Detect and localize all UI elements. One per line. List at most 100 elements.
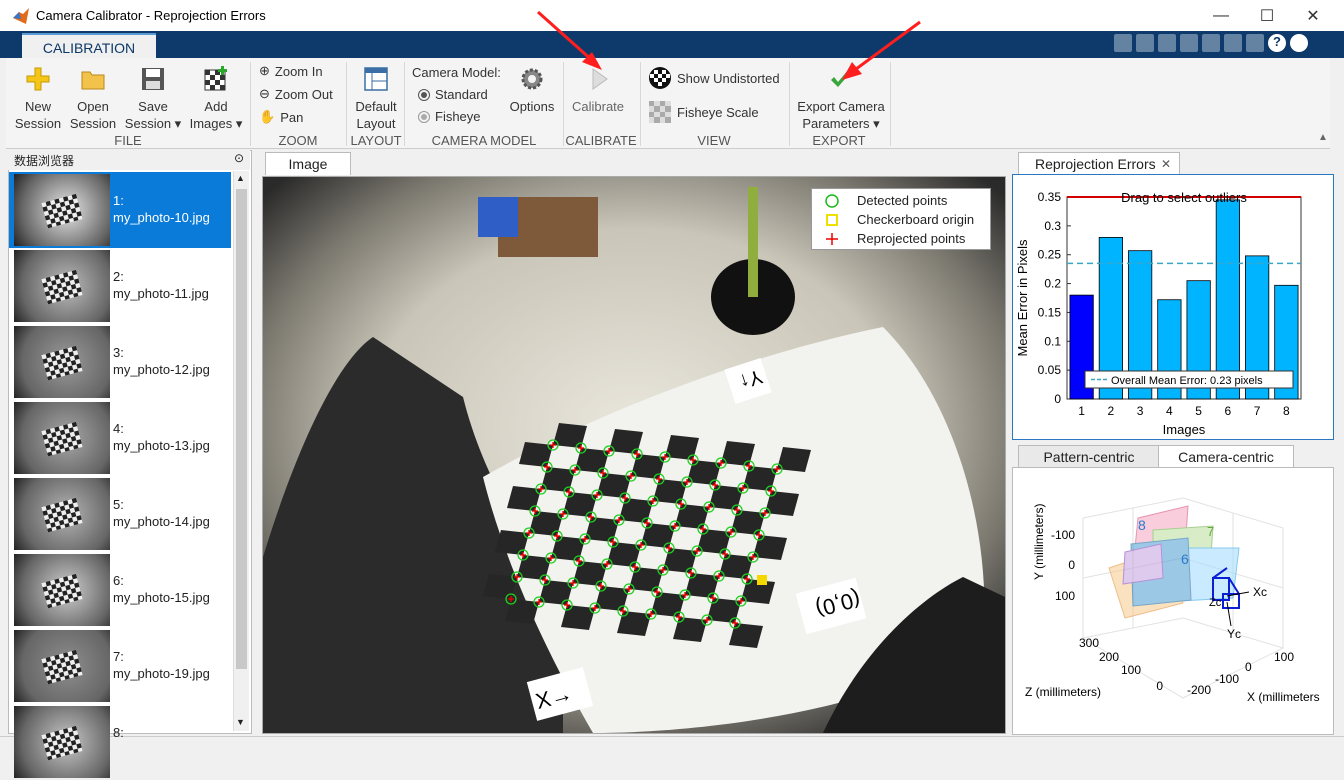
default-layout-button[interactable]: Default Layout [350, 66, 402, 132]
origin-marker-icon [826, 214, 838, 226]
copy-icon[interactable] [1158, 34, 1176, 52]
plane-index-label: 8 [1138, 517, 1146, 533]
close-button[interactable]: ✕ [1290, 0, 1336, 31]
radio-fisheye[interactable]: Fisheye [418, 109, 481, 124]
tab-camera-centric[interactable]: Camera-centric [1158, 445, 1294, 468]
checkerboard-round-icon [649, 67, 671, 89]
chart-bar [1215, 199, 1240, 400]
close-tab-icon[interactable]: ✕ [1161, 157, 1171, 171]
x-tick-label: 2 [1108, 404, 1115, 418]
calibration-photo: Y↑ (0,0) X→ [263, 177, 1005, 733]
list-item-filename: my_photo-19.jpg [113, 666, 210, 681]
collapse-ribbon-icon[interactable]: ▲ [1318, 132, 1328, 143]
group-label-file: FILE [114, 133, 142, 148]
list-item-index: 2: [113, 269, 124, 284]
extrinsics-3d-plot[interactable]: 8 7 6 Xc Yc Zc Y (millimeters) -100 0 10… [1013, 468, 1333, 734]
y-tick-label: 0.3 [1044, 219, 1061, 233]
list-item[interactable]: 1: my_photo-10.jpg [9, 172, 231, 248]
list-item[interactable]: 4: my_photo-13.jpg [9, 400, 231, 476]
zoom-out-button[interactable]: ⊖ Zoom Out [259, 86, 333, 102]
image-thumbnail [14, 174, 110, 246]
x-tick-label: 7 [1254, 404, 1261, 418]
list-item-index: 4: [113, 421, 124, 436]
scroll-down-icon[interactable]: ▼ [236, 717, 245, 727]
camera-model-label: Camera Model: [412, 65, 501, 80]
add-images-icon [204, 66, 227, 91]
y-tick-label: 0.15 [1038, 305, 1062, 319]
fisheye-scale-button[interactable]: Fisheye Scale [648, 100, 759, 124]
pan-button[interactable]: ✋ Pan [259, 109, 303, 125]
matlab-logo-icon [13, 8, 29, 24]
tab-calibration[interactable]: CALIBRATION [22, 33, 156, 60]
y-tick-label: 0.2 [1044, 277, 1061, 291]
x-tick-label: 3 [1137, 404, 1144, 418]
list-item-index: 1: [113, 193, 124, 208]
layout-icon [364, 67, 388, 91]
extrinsics-panel: 8 7 6 Xc Yc Zc Y (millimeters) -100 0 10… [1012, 467, 1334, 735]
plane-index-label: 7 [1207, 524, 1214, 539]
list-item-filename: my_photo-14.jpg [113, 514, 210, 529]
x-tick: -200 [1187, 683, 1211, 697]
y-tick-label: 0.1 [1044, 334, 1061, 348]
x-tick-label: 4 [1166, 404, 1173, 418]
image-thumbnail [14, 706, 110, 778]
tab-pattern-centric[interactable]: Pattern-centric [1018, 445, 1160, 468]
tab-image[interactable]: Image [265, 152, 351, 175]
group-label-layout: LAYOUT [350, 133, 402, 148]
x-tick: 100 [1274, 650, 1294, 664]
minimize-button[interactable]: — [1198, 0, 1244, 31]
undo-icon[interactable] [1202, 34, 1220, 52]
show-undistorted-button[interactable]: Show Undistorted [648, 66, 780, 90]
open-session-button[interactable]: Open Session [66, 66, 120, 132]
list-item[interactable]: 5: my_photo-14.jpg [9, 476, 231, 552]
hand-icon: ✋ [259, 109, 276, 124]
z-tick: 300 [1079, 636, 1099, 650]
zoom-in-button[interactable]: ⊕ Zoom In [259, 63, 323, 79]
reprojection-errors-panel: 0 0.05 0.1 0.15 0.2 0.25 0.3 0.35 1 2 3 4 5 6 7 8 Drag t… [1012, 174, 1334, 440]
image-thumbnail [14, 250, 110, 322]
legend-mean-label: Overall Mean Error: 0.23 pixels [1111, 375, 1263, 387]
reprojection-error-chart[interactable]: 0 0.05 0.1 0.15 0.2 0.25 0.3 0.35 1 2 3 4 5 6 7 8 Drag t… [1013, 175, 1333, 439]
x-tick: 0 [1245, 660, 1252, 674]
list-item[interactable]: 8: [9, 704, 231, 780]
group-label-zoom: ZOOM [278, 133, 318, 148]
y-tick-label: 0 [1054, 392, 1061, 406]
group-label-calibrate: CALIBRATE [565, 133, 637, 148]
x-tick: -100 [1215, 672, 1239, 686]
help-icon[interactable]: ? [1268, 34, 1286, 52]
cut-icon[interactable] [1136, 34, 1154, 52]
annotation-arrow-icon [842, 20, 921, 80]
checkerboard-origin-marker [757, 575, 767, 585]
save-session-button[interactable]: Save Session ▾ [122, 66, 184, 132]
scrollbar-thumb[interactable] [236, 189, 247, 669]
fisheye-scale-icon [649, 101, 671, 123]
redo-icon[interactable] [1224, 34, 1242, 52]
list-item-filename: my_photo-12.jpg [113, 362, 210, 377]
list-item-index: 8: [113, 725, 124, 740]
ribbon-divider [404, 62, 405, 146]
z-axis-title: Z (millimeters) [1025, 685, 1101, 699]
panel-menu-icon[interactable]: ⊙ [234, 151, 244, 165]
checkerboard-square [729, 623, 763, 648]
image-thumbnail [14, 630, 110, 702]
maximize-button[interactable]: ☐ [1244, 0, 1290, 31]
paste-icon[interactable] [1180, 34, 1198, 52]
data-browser-scrollbar[interactable]: ▲ ▼ [233, 171, 249, 731]
switch-window-icon[interactable] [1246, 34, 1264, 52]
save-icon[interactable] [1114, 34, 1132, 52]
calibration-image-view[interactable]: Y↑ (0,0) X→ [262, 176, 1006, 734]
list-item[interactable]: 7: my_photo-19.jpg [9, 628, 231, 704]
scroll-up-icon[interactable]: ▲ [236, 173, 245, 183]
add-images-button[interactable]: Add Images ▾ [186, 66, 246, 132]
radio-standard[interactable]: Standard [418, 87, 488, 102]
list-item[interactable]: 6: my_photo-15.jpg [9, 552, 231, 628]
zoom-out-icon: ⊖ [259, 86, 270, 101]
new-session-button[interactable]: New Session [12, 66, 64, 132]
tab-reprojection-errors[interactable]: Reprojection Errors ✕ [1018, 152, 1180, 174]
list-item[interactable]: 2: my_photo-11.jpg [9, 248, 231, 324]
ribbon-menu-icon[interactable] [1290, 34, 1308, 52]
list-item[interactable]: 3: my_photo-12.jpg [9, 324, 231, 400]
outlier-hint: Drag to select outliers [1121, 190, 1247, 205]
list-item-filename: my_photo-11.jpg [113, 286, 209, 301]
camera-x-axis-label: Xc [1253, 585, 1267, 599]
